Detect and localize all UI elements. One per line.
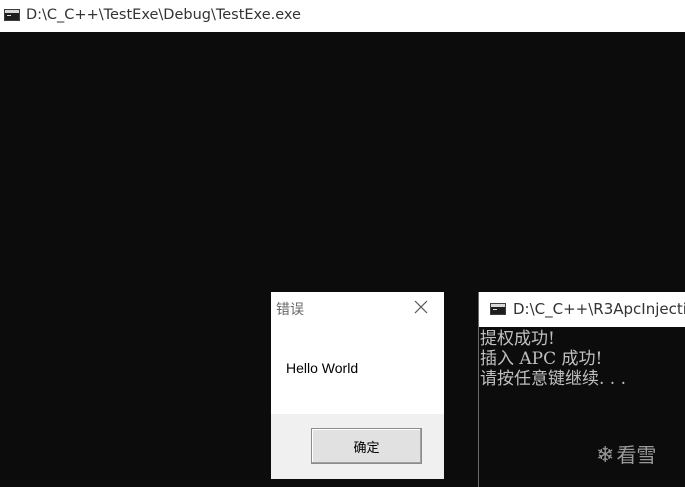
close-button[interactable] <box>407 293 435 321</box>
console-line: 插入 APC 成功! <box>480 349 603 369</box>
close-icon <box>414 300 428 314</box>
console-icon <box>490 303 506 315</box>
message-box-title: 错误 <box>276 302 304 318</box>
console-line: 请按任意键继续. . . <box>480 369 627 389</box>
second-window-title: D:\C_C++\R3ApcInjection <box>513 300 685 318</box>
message-text: Hello World <box>286 360 359 376</box>
console-line: 提权成功! <box>480 329 555 349</box>
second-console-area[interactable]: 提权成功! 插入 APC 成功! 请按任意键继续. . . ❄ 看雪 <box>479 327 685 487</box>
kanxue-watermark: ❄ 看雪 <box>596 439 656 468</box>
ok-button[interactable]: 确定 <box>311 428 422 464</box>
console-icon <box>4 9 20 21</box>
second-window-titlebar[interactable]: D:\C_C++\R3ApcInjection <box>479 292 685 327</box>
watermark-text: 看雪 <box>616 443 657 467</box>
error-message-box[interactable]: 错误 Hello World 确定 <box>271 292 444 479</box>
main-window-title: D:\C_C++\TestExe\Debug\TestExe.exe <box>26 7 301 23</box>
main-window-titlebar[interactable]: D:\C_C++\TestExe\Debug\TestExe.exe <box>0 0 685 32</box>
snowflake-icon: ❄ <box>596 443 615 468</box>
second-console-window[interactable]: D:\C_C++\R3ApcInjection 提权成功! 插入 APC 成功!… <box>478 292 685 487</box>
message-box-footer: 确定 <box>271 414 444 479</box>
